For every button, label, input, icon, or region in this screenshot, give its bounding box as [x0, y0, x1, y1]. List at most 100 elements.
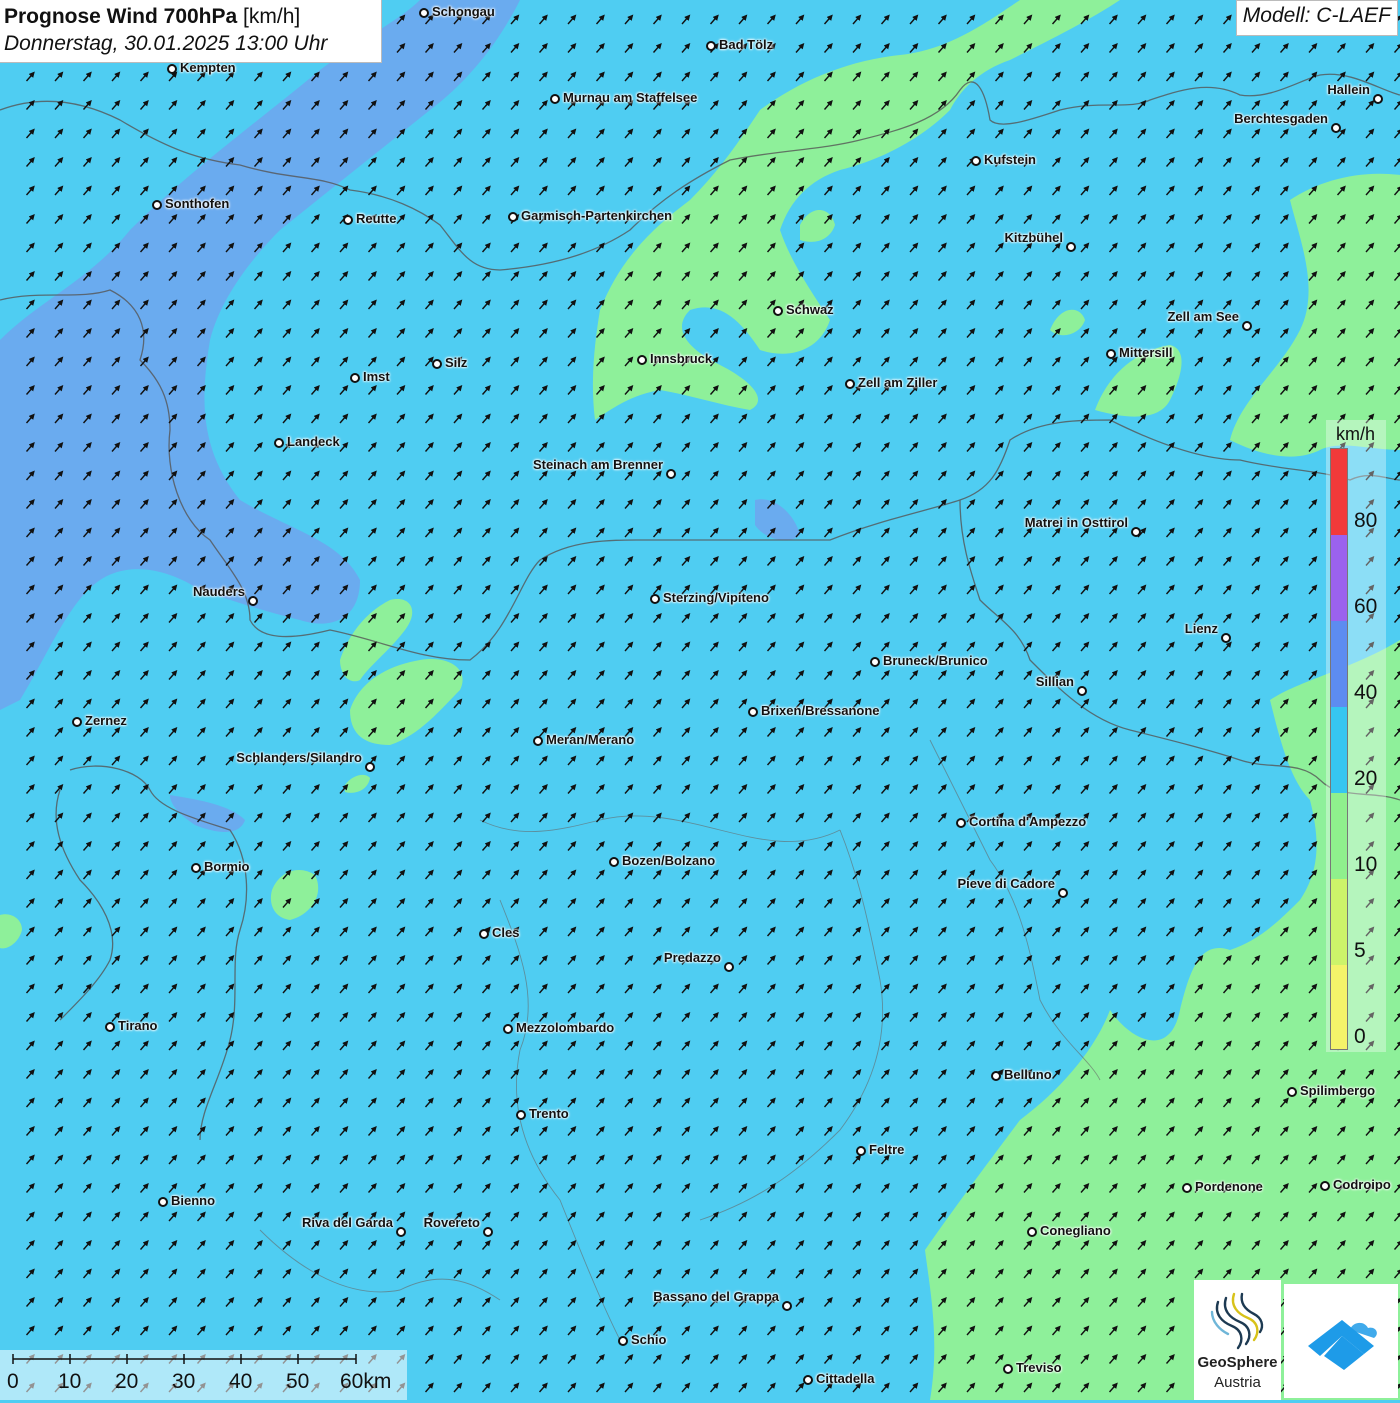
city-label: Rovereto — [424, 1215, 480, 1230]
city-label: Garmisch-Partenkirchen — [521, 208, 672, 223]
city-label: Sonthofen — [165, 196, 229, 211]
city-marker[interactable] — [650, 594, 660, 604]
city-marker[interactable] — [365, 762, 375, 772]
legend-tick: 20 — [1354, 767, 1377, 791]
city-marker[interactable] — [350, 373, 360, 383]
city-marker[interactable] — [167, 64, 177, 74]
city-marker[interactable] — [1077, 686, 1087, 696]
city-marker[interactable] — [105, 1022, 115, 1032]
city-marker[interactable] — [343, 215, 353, 225]
city-marker[interactable] — [1331, 123, 1341, 133]
weather-app-logo[interactable] — [1284, 1284, 1398, 1398]
city-marker[interactable] — [803, 1375, 813, 1385]
scale-label: 50 — [286, 1370, 309, 1394]
city-marker[interactable] — [479, 929, 489, 939]
city-label: Riva del Garda — [302, 1215, 393, 1230]
city-marker[interactable] — [618, 1336, 628, 1346]
scale-label: 40 — [229, 1370, 252, 1394]
city-marker[interactable] — [274, 438, 284, 448]
city-marker[interactable] — [637, 355, 647, 365]
city-label: Zell am See — [1167, 309, 1239, 324]
city-marker[interactable] — [1242, 321, 1252, 331]
city-label: Nauders — [193, 584, 245, 599]
city-marker[interactable] — [1066, 242, 1076, 252]
city-marker[interactable] — [782, 1301, 792, 1311]
city-marker[interactable] — [1106, 349, 1116, 359]
scale-bar: 0 10 20 30 40 50 60km — [0, 1350, 407, 1400]
city-marker[interactable] — [1373, 94, 1383, 104]
city-marker[interactable] — [152, 200, 162, 210]
city-marker[interactable] — [724, 962, 734, 972]
city-marker[interactable] — [432, 359, 442, 369]
city-marker[interactable] — [533, 736, 543, 746]
city-label: Matrei in Osttirol — [1025, 515, 1128, 530]
city-label: Sillian — [1036, 674, 1074, 689]
city-label: Spilimbergo — [1300, 1083, 1375, 1098]
city-label: Kufstein — [984, 152, 1036, 167]
city-marker[interactable] — [158, 1197, 168, 1207]
city-label: Hallein — [1327, 82, 1370, 97]
city-marker[interactable] — [1287, 1087, 1297, 1097]
city-label: Cles — [492, 925, 519, 940]
city-marker[interactable] — [666, 469, 676, 479]
legend-tick: 0 — [1354, 1025, 1366, 1049]
city-marker[interactable] — [516, 1110, 526, 1120]
city-label: Lienz — [1185, 621, 1218, 636]
color-legend: km/h 80 60 40 20 10 5 0 — [1326, 420, 1386, 1052]
legend-tick: 40 — [1354, 681, 1377, 705]
city-marker[interactable] — [845, 379, 855, 389]
city-label: Codroipo — [1333, 1177, 1391, 1192]
city-label: Schlanders/Silandro — [236, 750, 362, 765]
city-label: Murnau am Staffelsee — [563, 90, 697, 105]
legend-swatch-10-20 — [1331, 793, 1347, 879]
city-marker[interactable] — [1027, 1227, 1037, 1237]
city-label: Conegliano — [1040, 1223, 1111, 1238]
city-marker[interactable] — [550, 94, 560, 104]
city-label: Bad Tölz — [719, 37, 773, 52]
scale-label: 30 — [172, 1370, 195, 1394]
city-marker[interactable] — [856, 1146, 866, 1156]
city-marker[interactable] — [1131, 527, 1141, 537]
city-marker[interactable] — [508, 212, 518, 222]
geosphere-logo[interactable]: GeoSphere Austria — [1194, 1280, 1281, 1400]
city-marker[interactable] — [72, 717, 82, 727]
city-marker[interactable] — [1320, 1181, 1330, 1191]
city-label: Zell am Ziller — [858, 375, 937, 390]
city-marker[interactable] — [419, 8, 429, 18]
scale-label: 20 — [115, 1370, 138, 1394]
city-marker[interactable] — [748, 707, 758, 717]
city-marker[interactable] — [706, 41, 716, 51]
city-marker[interactable] — [956, 818, 966, 828]
cloud-arrow-icon — [1284, 1284, 1398, 1398]
city-marker[interactable] — [483, 1227, 493, 1237]
city-marker[interactable] — [870, 657, 880, 667]
city-marker[interactable] — [503, 1024, 513, 1034]
city-marker[interactable] — [1221, 633, 1231, 643]
city-marker[interactable] — [991, 1071, 1001, 1081]
city-marker[interactable] — [1182, 1183, 1192, 1193]
city-label: Mittersill — [1119, 345, 1172, 360]
city-marker[interactable] — [1003, 1364, 1013, 1374]
legend-tick: 80 — [1354, 509, 1377, 533]
city-label: Belluno — [1004, 1067, 1052, 1082]
city-marker[interactable] — [1058, 888, 1068, 898]
city-marker[interactable] — [396, 1227, 406, 1237]
city-marker[interactable] — [248, 596, 258, 606]
scale-bar-ruler — [0, 1350, 407, 1370]
city-label: Treviso — [1016, 1360, 1062, 1375]
legend-swatch-0-5 — [1331, 965, 1347, 1049]
city-marker[interactable] — [773, 306, 783, 316]
city-label: Schio — [631, 1332, 666, 1347]
city-label: Landeck — [287, 434, 340, 449]
city-label: Schongau — [432, 4, 495, 19]
city-label: Predazzo — [664, 950, 721, 965]
geosphere-emblem-icon — [1194, 1282, 1281, 1354]
model-label: Modell: C-LAEF — [1236, 0, 1398, 36]
city-label: Steinach am Brenner — [533, 457, 663, 472]
legend-colorbar — [1330, 448, 1348, 1050]
city-marker[interactable] — [191, 863, 201, 873]
city-label: Bassano del Grappa — [653, 1289, 779, 1304]
city-marker[interactable] — [971, 156, 981, 166]
city-marker[interactable] — [609, 857, 619, 867]
geosphere-country: Austria — [1194, 1374, 1281, 1391]
